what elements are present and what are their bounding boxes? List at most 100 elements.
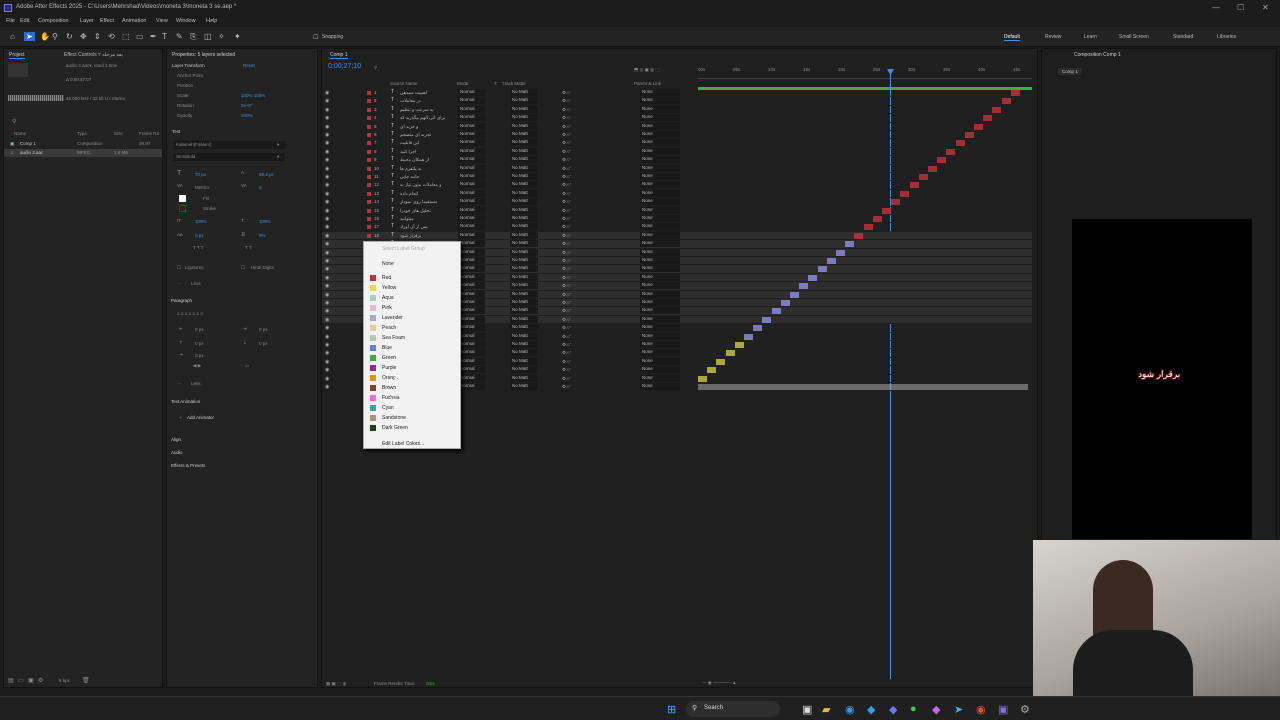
layer-switches-icon[interactable]: ⚙ ⁄ ⁄: [562, 334, 570, 340]
track-matte-dropdown[interactable]: No Matt: [510, 164, 538, 172]
layer-switches-icon[interactable]: ⚙ ⁄ ⁄: [562, 90, 570, 96]
parent-dropdown[interactable]: None: [640, 374, 680, 382]
label-color-swatch[interactable]: [367, 200, 371, 205]
menu-effect[interactable]: Effect: [100, 18, 114, 24]
layer-duration-bar[interactable]: [928, 165, 937, 172]
label-color-swatch[interactable]: [367, 191, 371, 196]
label-color-swatch[interactable]: [367, 116, 371, 121]
layer-switches-icon[interactable]: ⚙ ⁄ ⁄: [562, 258, 570, 264]
layer-duration-bar[interactable]: [836, 249, 845, 256]
layer-switches-icon[interactable]: ⚙ ⁄ ⁄: [562, 191, 570, 197]
visibility-eye-icon[interactable]: ◉: [325, 308, 329, 314]
project-tab[interactable]: Project: [9, 52, 25, 59]
parent-dropdown[interactable]: None: [640, 324, 680, 332]
tsume-value[interactable]: 0%: [259, 233, 266, 238]
layer-switches-icon[interactable]: ⚙ ⁄ ⁄: [562, 367, 570, 373]
layer-switches-icon[interactable]: ⚙ ⁄ ⁄: [562, 292, 570, 298]
layer-row[interactable]: ◉ 8 T اجرا کنید Normal No Matt ⚙ ⁄ ⁄ None: [322, 147, 1032, 157]
layer-switches-icon[interactable]: ⚙ ⁄ ⁄: [562, 342, 570, 348]
label-item[interactable]: Yellow: [382, 285, 396, 291]
layer-switches-icon[interactable]: ⚙ ⁄ ⁄: [562, 199, 570, 205]
label-item[interactable]: Peach: [382, 325, 396, 331]
menu-animation[interactable]: Animation: [122, 18, 146, 24]
blend-mode-dropdown[interactable]: Normal: [458, 341, 485, 348]
layer-duration-bar[interactable]: [698, 375, 707, 382]
text-case-buttons[interactable]: T T: [245, 245, 252, 250]
visibility-eye-icon[interactable]: ◉: [325, 224, 329, 230]
layer-row[interactable]: ◉ 17 T پس از آن اوراد Normal No Matt ⚙ ⁄ ⁄ None: [322, 223, 1032, 232]
menu-window[interactable]: Window: [176, 18, 196, 24]
visibility-eye-icon[interactable]: ◉: [325, 350, 329, 356]
layer-name[interactable]: از همکان محیط: [400, 157, 455, 163]
space-before-value[interactable]: 0 px: [195, 341, 204, 346]
label-color-swatch[interactable]: [367, 124, 371, 129]
layer-duration-bar[interactable]: [900, 190, 910, 197]
parent-dropdown[interactable]: None: [640, 248, 680, 256]
track-matte-dropdown[interactable]: No Matt: [510, 324, 538, 332]
track-matte-dropdown[interactable]: No Matt: [510, 97, 538, 105]
visibility-eye-icon[interactable]: ◉: [325, 283, 329, 289]
blend-mode-dropdown[interactable]: Normal: [458, 147, 485, 155]
parent-dropdown[interactable]: None: [640, 231, 680, 239]
clone-tool-icon[interactable]: ⎘: [190, 32, 196, 42]
label-item[interactable]: Sea Foam: [382, 335, 405, 341]
menu-edit[interactable]: Edit: [20, 18, 29, 24]
layer-switches-icon[interactable]: ⚙ ⁄ ⁄: [562, 132, 570, 138]
layer-name[interactable]: در معاملات: [400, 98, 455, 104]
layer-duration-bar[interactable]: [808, 274, 818, 281]
parent-dropdown[interactable]: None: [640, 147, 680, 155]
timeline-search-icon[interactable]: ⚲: [374, 65, 377, 71]
visibility-eye-icon[interactable]: ◉: [325, 376, 329, 382]
parent-dropdown[interactable]: None: [640, 366, 680, 374]
layer-switches-icon[interactable]: ⚙ ⁄ ⁄: [562, 308, 570, 314]
parent-dropdown[interactable]: None: [640, 131, 680, 138]
blend-mode-dropdown[interactable]: Normal: [458, 349, 485, 357]
layer-switches-icon[interactable]: ⚙ ⁄ ⁄: [562, 300, 570, 306]
layer-duration-bar[interactable]: [725, 350, 735, 357]
layer-name[interactable]: میتوانید: [400, 216, 455, 222]
project-item-row[interactable]: ▣ Comp 1 Composition 29.97: [4, 140, 162, 148]
col-size[interactable]: Size: [114, 131, 123, 136]
blend-mode-dropdown[interactable]: Normal: [458, 248, 485, 256]
layer-switches-icon[interactable]: ⚙ ⁄ ⁄: [562, 275, 570, 281]
hyphenation-button[interactable]: ▭: [245, 363, 249, 369]
bit-depth-button[interactable]: 8 bpc: [59, 678, 70, 683]
label-item[interactable]: Green: [382, 355, 396, 361]
blend-mode-dropdown[interactable]: Normal: [458, 189, 485, 197]
linear-icon[interactable]: ◆: [889, 703, 897, 716]
blend-mode-dropdown[interactable]: Normal: [458, 265, 485, 273]
track-matte-dropdown[interactable]: No Matt: [510, 332, 538, 340]
paragraph-align-buttons[interactable]: ≡ ≡ ≡ ≡ ≡ ≡ ≡: [177, 311, 203, 316]
layer-row[interactable]: ◉ 1 T اهمیت سیدهی Normal No Matt ⚙ ⁄ ⁄ None: [322, 89, 1032, 98]
layer-duration-bar[interactable]: [891, 199, 901, 206]
reset-link[interactable]: Reset: [243, 63, 255, 68]
selection-tool-icon[interactable]: ➤: [24, 32, 35, 41]
blend-mode-dropdown[interactable]: Normal: [458, 131, 485, 138]
pen-tool-icon[interactable]: ✒: [150, 32, 157, 41]
visibility-eye-icon[interactable]: ◉: [325, 140, 329, 146]
pan-tool-icon[interactable]: ✥: [80, 32, 87, 41]
blend-mode-dropdown[interactable]: Normal: [458, 332, 485, 340]
label-color-swatch[interactable]: [367, 183, 371, 188]
layer-duration-bar[interactable]: [734, 342, 744, 348]
layer-duration-bar[interactable]: [937, 157, 947, 164]
track-matte-dropdown[interactable]: No Matt: [510, 231, 538, 239]
less-link[interactable]: Less: [191, 381, 201, 386]
font-size-value[interactable]: 70 px: [195, 172, 206, 177]
col-name[interactable]: Name: [14, 131, 26, 136]
track-matte-dropdown[interactable]: No Matt: [510, 366, 538, 374]
visibility-eye-icon[interactable]: ◉: [325, 325, 329, 331]
layer-duration-bar[interactable]: [992, 106, 1002, 113]
label-item[interactable]: Purple: [382, 365, 396, 371]
layer-duration-bar[interactable]: [854, 232, 864, 239]
blend-mode-dropdown[interactable]: Normal: [458, 315, 485, 323]
parent-dropdown[interactable]: None: [640, 164, 680, 172]
blend-mode-dropdown[interactable]: Normal: [458, 89, 485, 96]
parent-dropdown[interactable]: None: [640, 315, 680, 323]
layer-duration-bar[interactable]: [790, 291, 799, 298]
layer-duration-bar[interactable]: [799, 283, 809, 290]
layer-duration-bar[interactable]: [845, 241, 855, 248]
blend-mode-dropdown[interactable]: Normal: [458, 223, 485, 231]
layer-name[interactable]: پس از آن اوراد: [400, 224, 455, 230]
visibility-eye-icon[interactable]: ◉: [325, 241, 329, 247]
